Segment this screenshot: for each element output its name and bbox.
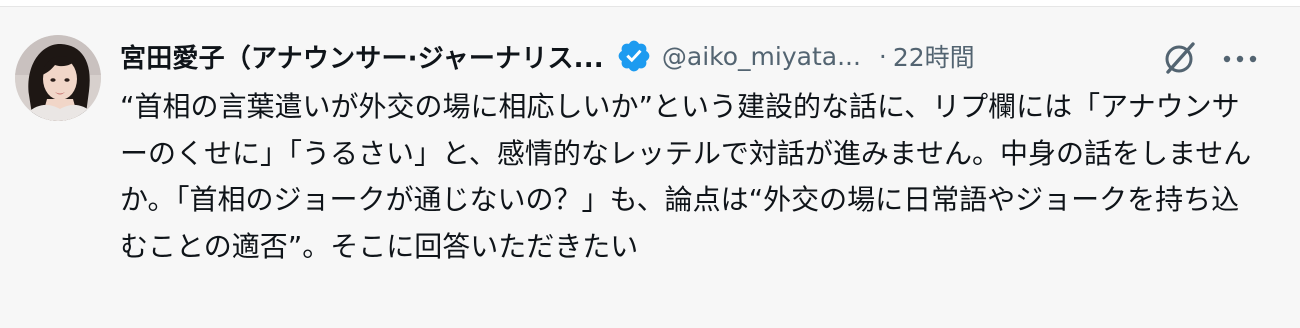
avatar-photo xyxy=(15,35,101,121)
more-options-icon[interactable] xyxy=(1218,40,1262,76)
avatar[interactable] xyxy=(15,35,101,121)
tweet-text: “首相の言葉遣いが外交の場に相応しいか”という建設的な話に、リプ欄には「アナウン… xyxy=(120,90,1252,263)
grok-icon[interactable] xyxy=(1160,38,1200,78)
tweet-card[interactable]: 宮田愛子（アナウンサー·ジャーナリス... @aiko_miyata... · … xyxy=(0,0,1300,328)
top-divider xyxy=(0,0,1300,7)
separator-dot: · xyxy=(878,41,887,71)
verified-badge-icon xyxy=(616,38,652,74)
tweet-header: 宮田愛子（アナウンサー·ジャーナリス... @aiko_miyata... · … xyxy=(120,36,975,76)
timestamp[interactable]: 22時間 xyxy=(893,38,975,74)
author-name[interactable]: 宮田愛子（アナウンサー·ジャーナリス... xyxy=(120,38,604,75)
author-handle[interactable]: @aiko_miyata... xyxy=(662,42,861,71)
